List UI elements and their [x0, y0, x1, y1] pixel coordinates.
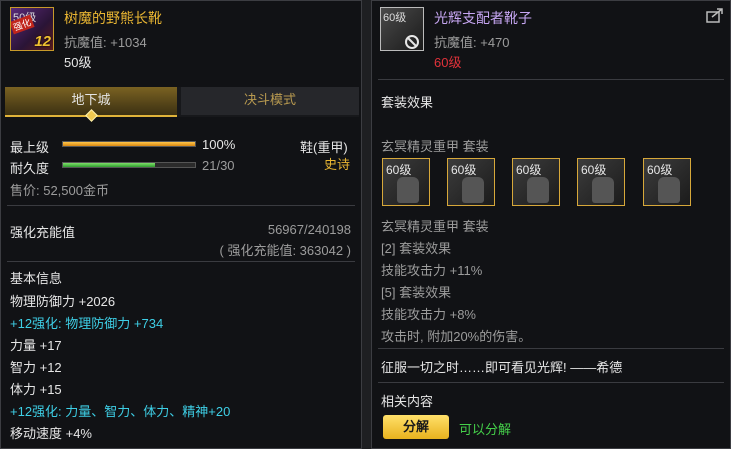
armor-piece-icon	[527, 177, 549, 203]
stat-line: 体力 +15	[10, 382, 62, 397]
set-effect-line: 攻击时, 附加20%的伤害。	[381, 329, 532, 344]
divider	[378, 348, 724, 349]
set-slot[interactable]: 60级	[512, 158, 560, 206]
divider	[7, 261, 355, 262]
set-slot-level: 60级	[581, 163, 607, 177]
anti-magic-value: 抗魔值: +470	[434, 35, 510, 50]
set-name: 玄冥精灵重甲 套装	[381, 139, 489, 154]
grade-bar-fill	[63, 142, 195, 146]
amp-value: 56967/240198	[267, 222, 351, 237]
share-icon[interactable]	[706, 8, 724, 23]
amp-label: 强化充能值	[10, 225, 76, 240]
highest-grade-label: 最上级	[10, 140, 50, 155]
set-slot-level: 60级	[451, 163, 477, 177]
set-effect-line: [2] 套装效果	[381, 241, 452, 256]
item-level: 50级	[64, 55, 92, 70]
set-effect-header: 套装效果	[381, 95, 434, 110]
stat-line: 智力 +12	[10, 360, 62, 375]
tab-pvp[interactable]: 决斗模式	[181, 87, 359, 115]
stat-line: +12强化: 力量、智力、体力、精神+20	[10, 404, 231, 419]
item-name: 树魔的野熊长靴	[64, 10, 162, 26]
item-level: 60级	[434, 55, 462, 70]
armor-piece-icon	[592, 177, 614, 203]
highest-grade-value: 100%	[202, 137, 236, 152]
amp-total: ( 强化充能值: 363042 )	[219, 243, 352, 258]
sell-price: 售价: 52,500金币	[10, 183, 109, 198]
stat-line: 移动速度 +4%	[10, 426, 92, 441]
durability-bar-fill	[63, 163, 156, 167]
disassemble-button[interactable]: 分解	[383, 415, 449, 439]
disassemble-status: 可以分解	[459, 422, 512, 437]
divider	[7, 205, 355, 206]
stat-line: 力量 +17	[10, 338, 62, 353]
divider	[378, 382, 724, 383]
related-header: 相关内容	[381, 394, 434, 409]
set-slot-level: 60级	[516, 163, 542, 177]
basic-info-header: 基本信息	[10, 271, 63, 286]
durability-label: 耐久度	[10, 161, 50, 176]
set-effect-line: 技能攻击力 +11%	[381, 263, 483, 278]
set-slot[interactable]: 60级	[382, 158, 430, 206]
set-effect-line: 技能攻击力 +8%	[381, 307, 476, 322]
set-slot-level: 60级	[386, 163, 412, 177]
armor-piece-icon	[462, 177, 484, 203]
set-name: 玄冥精灵重甲 套装	[381, 219, 489, 234]
grade-bar	[62, 141, 196, 147]
durability-value: 21/30	[202, 158, 235, 173]
boots-icon: 50级 强化 12	[10, 7, 54, 51]
set-effect-line: [5] 套装效果	[381, 285, 452, 300]
set-slot[interactable]: 60级	[447, 158, 495, 206]
ban-icon	[405, 35, 419, 49]
set-slot[interactable]: 60级	[643, 158, 691, 206]
rarity: 史诗	[324, 157, 351, 172]
icon-enhance-level: 12	[34, 33, 51, 50]
icon-level-text: 60级	[383, 12, 407, 24]
divider	[378, 79, 724, 80]
anti-magic-value: 抗魔值: +1034	[64, 35, 147, 50]
set-slot[interactable]: 60级	[577, 158, 625, 206]
mode-tabs: 地下城 决斗模式	[5, 87, 359, 122]
flavor-text: 征服一切之时……即可看见光辉! ——希德	[381, 360, 623, 375]
boots-icon: 60级	[380, 7, 424, 51]
armor-piece-icon	[658, 177, 680, 203]
armor-piece-icon	[397, 177, 419, 203]
stat-line: +12强化: 物理防御力 +734	[10, 316, 164, 331]
stat-line: 物理防御力 +2026	[10, 294, 116, 309]
item-tooltip-left: 50级 强化 12 树魔的野熊长靴 抗魔值: +1034 50级 地下城 决斗模…	[0, 0, 362, 449]
set-slot-level: 60级	[647, 163, 673, 177]
item-tooltip-right: 60级 光辉支配者靴子 抗魔值: +470 60级 套装效果 玄冥精灵重甲 套装…	[371, 0, 731, 449]
durability-bar	[62, 162, 196, 168]
item-name: 光辉支配者靴子	[434, 10, 532, 26]
